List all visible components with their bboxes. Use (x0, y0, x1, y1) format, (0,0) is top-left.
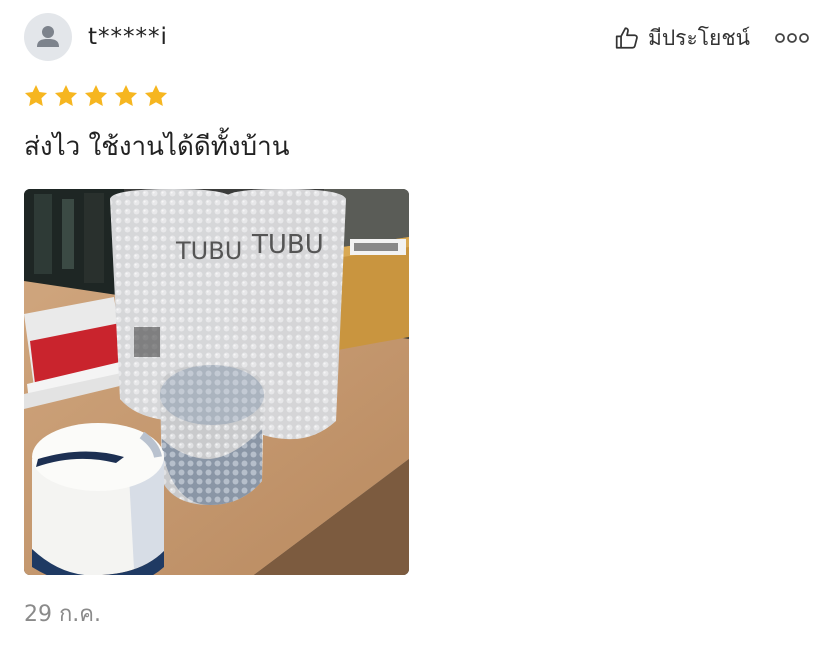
star-icon (54, 84, 78, 106)
helpful-button[interactable]: มีประโยชน์ (614, 22, 750, 54)
star-rating (23, 83, 169, 109)
star-icon (144, 84, 168, 106)
star-icon (84, 84, 108, 106)
helpful-label: มีประโยชน์ (648, 26, 750, 50)
thumbs-up-icon (615, 27, 638, 49)
avatar[interactable] (24, 13, 72, 61)
review-photo[interactable]: TUBU TUBU (24, 189, 409, 575)
bottle-brand-right: TUBU (251, 230, 324, 260)
user-icon (37, 26, 59, 47)
reviewer-name[interactable]: t*****i (88, 22, 168, 52)
more-dots-icon[interactable] (774, 28, 810, 48)
star-icon (24, 84, 48, 106)
photo-illustration: TUBU TUBU (24, 189, 409, 575)
bottle-brand-left: TUBU (175, 237, 242, 265)
review-text: ส่งไว ใช้งานได้ดีทั้งบ้าน (24, 132, 290, 162)
review-date: 29 ก.ค. (24, 602, 102, 627)
star-icon (114, 84, 138, 106)
